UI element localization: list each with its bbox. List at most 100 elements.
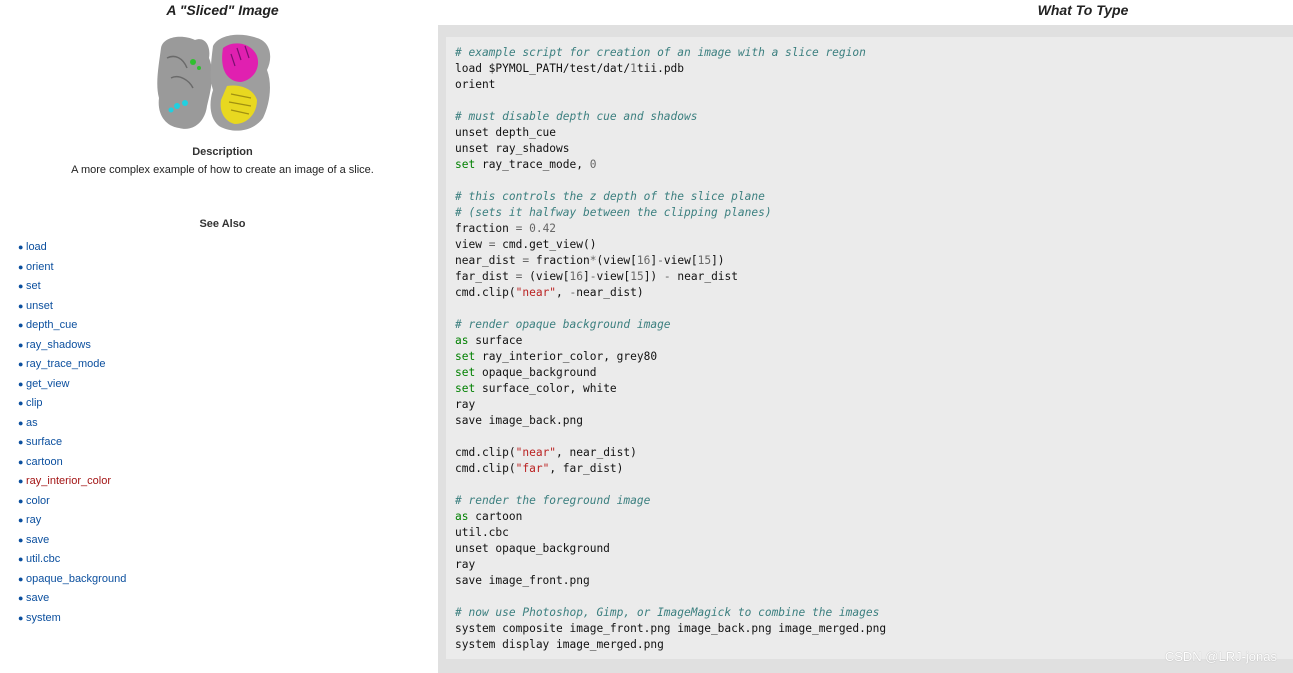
code-line: near_dist = fraction*(view[16]-view[15]) <box>455 254 725 267</box>
code-line: as surface <box>455 334 523 347</box>
see-also-link-ray-interior-color[interactable]: ray_interior_color <box>26 475 111 487</box>
description-text: A more complex example of how to create … <box>71 164 374 176</box>
code-line: ray <box>455 558 476 571</box>
see-also-list: ● load ● orient ● set ● unset ● depth_cue ● ray_sha… <box>18 240 126 630</box>
see-also-link-get-view[interactable]: get_view <box>26 378 69 390</box>
see-also-item: ● set <box>18 279 126 299</box>
sliced-protein-thumbnail <box>157 34 271 131</box>
see-also-item: ● ray <box>18 513 126 533</box>
bullet-icon: ● <box>18 242 24 252</box>
see-also-item: ● save <box>18 591 126 611</box>
code-line: # this controls the z depth of the slice… <box>455 190 765 203</box>
see-also-item: ● ray_trace_mode <box>18 357 126 377</box>
code-line: # must disable depth cue and shadows <box>455 110 698 123</box>
bullet-icon: ● <box>18 378 24 389</box>
code-line: far_dist = (view[16]-view[15]) - near_di… <box>455 270 739 283</box>
bullet-icon: ● <box>18 281 24 291</box>
code-panel: # example script for creation of an imag… <box>438 25 1293 673</box>
see-also-link-ray[interactable]: ray <box>26 514 41 526</box>
code-line: unset depth_cue <box>455 126 557 139</box>
see-also-item: ● save <box>18 533 126 553</box>
bullet-icon: ● <box>18 417 24 428</box>
code-line: system display image_merged.png <box>455 638 664 651</box>
csdn-watermark: CSDN @LRJ-jonas <box>1164 649 1277 664</box>
see-also-item: ● orient <box>18 260 126 280</box>
see-also-link-color[interactable]: color <box>26 495 50 507</box>
see-also-link-depth-cue[interactable]: depth_cue <box>26 319 77 331</box>
code-line: set opaque_background <box>455 366 597 379</box>
see-also-item: ● clip <box>18 396 126 416</box>
see-also-item: ● surface <box>18 435 126 455</box>
see-also-link-save[interactable]: save <box>26 534 49 546</box>
bullet-icon: ● <box>18 495 24 506</box>
code-line: fraction = 0.42 <box>455 222 557 235</box>
code-line: # render the foreground image <box>455 494 651 507</box>
see-also-item: ● ray_interior_color <box>18 474 126 494</box>
see-also-link-unset[interactable]: unset <box>26 300 53 312</box>
see-also-link-ray-trace-mode[interactable]: ray_trace_mode <box>26 358 106 370</box>
code-line: # now use Photoshop, Gimp, or ImageMagic… <box>455 606 880 619</box>
see-also-link-cartoon[interactable]: cartoon <box>26 456 63 468</box>
code-line: ray <box>455 398 476 411</box>
code-line: unset ray_shadows <box>455 142 570 155</box>
bullet-icon: ● <box>18 534 24 545</box>
code-line: # render opaque background image <box>455 318 671 331</box>
see-also-item: ● util.cbc <box>18 552 126 572</box>
code-line: save image_back.png <box>455 414 583 427</box>
bullet-icon: ● <box>18 612 24 623</box>
see-also-item: ● unset <box>18 299 126 319</box>
bullet-icon: ● <box>18 398 24 408</box>
see-also-item: ● system <box>18 611 126 631</box>
code-line: unset opaque_background <box>455 542 610 555</box>
see-also-item: ● color <box>18 494 126 514</box>
code-line: set surface_color, white <box>455 382 617 395</box>
left-column: A "Sliced" Image Description A more comp… <box>0 0 445 673</box>
see-also-link-ray-shadows[interactable]: ray_shadows <box>26 339 91 351</box>
see-also-item: ● cartoon <box>18 455 126 475</box>
bullet-icon: ● <box>18 456 24 467</box>
code-line: # (sets it halfway between the clipping … <box>455 206 772 219</box>
code-line: orient <box>455 78 496 91</box>
code-line: save image_front.png <box>455 574 590 587</box>
code-line: as cartoon <box>455 510 523 523</box>
see-also-item: ● depth_cue <box>18 318 126 338</box>
bullet-icon: ● <box>18 554 24 564</box>
code-line: cmd.clip("near", -near_dist) <box>455 286 644 299</box>
see-also-link-surface[interactable]: surface <box>26 436 62 448</box>
code-line: load $PYMOL_PATH/test/dat/1tii.pdb <box>455 62 685 75</box>
see-also-link-clip[interactable]: clip <box>26 397 43 409</box>
code-line: set ray_trace_mode, 0 <box>455 158 597 171</box>
see-also-heading: See Also <box>199 218 246 230</box>
code-block[interactable]: # example script for creation of an imag… <box>446 37 1293 659</box>
bullet-icon: ● <box>18 261 24 272</box>
script-code[interactable]: # example script for creation of an imag… <box>455 45 886 653</box>
code-line: util.cbc <box>455 526 509 539</box>
bullet-icon: ● <box>18 359 24 369</box>
bullet-icon: ● <box>18 573 24 584</box>
see-also-link-load[interactable]: load <box>26 241 47 253</box>
see-also-item: ● ray_shadows <box>18 338 126 358</box>
code-line: system composite image_front.png image_b… <box>455 622 887 635</box>
image-title: A "Sliced" Image <box>166 2 279 18</box>
code-line: # example script for creation of an imag… <box>455 46 866 59</box>
code-line: view = cmd.get_view() <box>455 238 597 251</box>
see-also-link-save[interactable]: save <box>26 592 49 604</box>
description-heading: Description <box>192 146 253 158</box>
bullet-icon: ● <box>18 339 24 350</box>
bullet-icon: ● <box>18 437 24 447</box>
code-line: cmd.clip("far", far_dist) <box>455 462 624 475</box>
see-also-link-set[interactable]: set <box>26 280 41 292</box>
code-line: set ray_interior_color, grey80 <box>455 350 658 363</box>
see-also-link-system[interactable]: system <box>26 612 61 624</box>
bullet-icon: ● <box>18 593 24 603</box>
see-also-item: ● as <box>18 416 126 436</box>
see-also-link-as[interactable]: as <box>26 417 38 429</box>
see-also-link-orient[interactable]: orient <box>26 261 54 273</box>
see-also-item: ● get_view <box>18 377 126 397</box>
see-also-link-opaque-background[interactable]: opaque_background <box>26 573 126 585</box>
bullet-icon: ● <box>18 300 24 311</box>
see-also-link-util-cbc[interactable]: util.cbc <box>26 553 60 565</box>
bullet-icon: ● <box>18 320 24 330</box>
bullet-icon: ● <box>18 515 24 525</box>
bullet-icon: ● <box>18 476 24 486</box>
